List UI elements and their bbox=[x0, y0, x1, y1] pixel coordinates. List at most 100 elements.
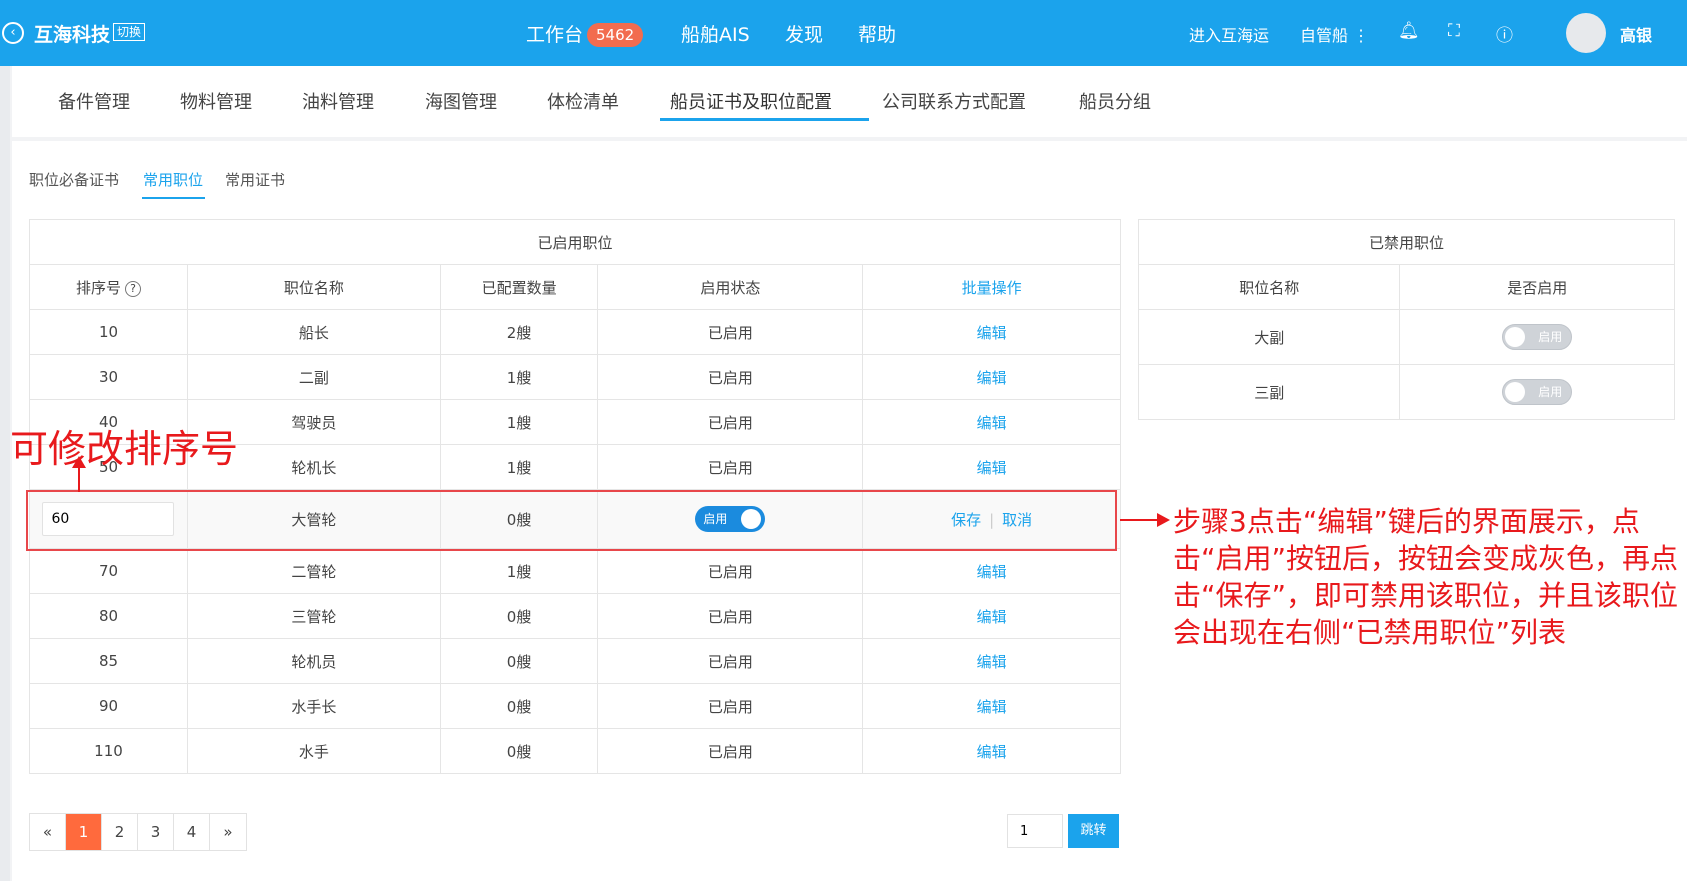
sort-cell: 90 bbox=[29, 683, 188, 729]
page-button[interactable]: 1 bbox=[66, 814, 102, 850]
edit-link[interactable]: 编辑 bbox=[862, 683, 1121, 729]
subtab-common-certs[interactable]: 常用证书 bbox=[225, 169, 285, 190]
status-cell: 已启用 bbox=[597, 444, 864, 490]
table-row: 110 水手 0艘 已启用 编辑 bbox=[29, 728, 1121, 774]
edit-link[interactable]: 编辑 bbox=[862, 309, 1121, 355]
workbench-badge: 5462 bbox=[587, 23, 644, 47]
nav-workbench[interactable]: 工作台 5462 bbox=[526, 20, 644, 47]
page-button[interactable]: 3 bbox=[138, 814, 174, 850]
subtab-required-certs[interactable]: 职位必备证书 bbox=[29, 169, 119, 190]
tab-charts[interactable]: 海图管理 bbox=[425, 88, 497, 114]
self-ship-menu[interactable]: 自管船 ⋮ bbox=[1300, 22, 1369, 46]
col-name: 职位名称 bbox=[1137, 264, 1401, 310]
edit-row-highlight bbox=[26, 490, 1117, 551]
edit-link[interactable]: 编辑 bbox=[862, 399, 1121, 445]
edit-link[interactable]: 编辑 bbox=[862, 593, 1121, 639]
jump-button[interactable]: 跳转 bbox=[1068, 814, 1119, 848]
page-button[interactable]: 2 bbox=[102, 814, 138, 850]
table-row: 85 轮机员 0艘 已启用 编辑 bbox=[29, 638, 1121, 684]
edit-link[interactable]: 编辑 bbox=[862, 354, 1121, 400]
back-icon[interactable]: ‹ bbox=[2, 22, 24, 44]
table-row: 10 船长 2艘 已启用 编辑 bbox=[29, 309, 1121, 355]
arrow-right-line bbox=[1120, 519, 1160, 521]
sort-cell: 70 bbox=[29, 548, 188, 594]
nav-help[interactable]: 帮助 bbox=[858, 20, 896, 47]
col-enabled: 是否启用 bbox=[1399, 264, 1675, 310]
status-cell: 已启用 bbox=[597, 638, 864, 684]
main-tabs: 备件管理 物料管理 油料管理 海图管理 体检清单 船员证书及职位配置 公司联系方… bbox=[12, 66, 1687, 137]
name-cell: 三副 bbox=[1137, 364, 1401, 420]
toggle-cell: 启用 bbox=[1399, 309, 1675, 365]
toggle-knob bbox=[1505, 327, 1526, 347]
edit-link[interactable]: 编辑 bbox=[862, 444, 1121, 490]
name-cell: 船长 bbox=[186, 309, 441, 355]
tab-crew-certs-positions[interactable]: 船员证书及职位配置 bbox=[670, 88, 832, 114]
page-button[interactable]: 4 bbox=[174, 814, 210, 850]
active-subtab-indicator bbox=[142, 197, 205, 199]
edit-link[interactable]: 编辑 bbox=[862, 728, 1121, 774]
col-sort: 排序号? bbox=[29, 264, 188, 310]
fullscreen-icon[interactable]: ⛶ bbox=[1448, 21, 1460, 41]
next-page-button[interactable]: » bbox=[210, 814, 246, 850]
question-icon[interactable]: ? bbox=[124, 280, 141, 297]
annotation-sort: 可修改排序号 bbox=[10, 427, 239, 471]
status-cell: 已启用 bbox=[597, 309, 864, 355]
nav-ship-ais[interactable]: 船舶AIS bbox=[681, 20, 750, 47]
name-cell: 二副 bbox=[186, 354, 441, 400]
status-cell: 已启用 bbox=[597, 728, 864, 774]
count-cell: 0艘 bbox=[439, 638, 599, 684]
toggle-label: 启用 bbox=[1538, 385, 1563, 399]
status-cell: 已启用 bbox=[597, 354, 864, 400]
batch-operation-link[interactable]: 批量操作 bbox=[862, 264, 1121, 310]
toggle-knob bbox=[1505, 382, 1526, 402]
tab-fuel[interactable]: 油料管理 bbox=[302, 88, 374, 114]
tab-company-contacts[interactable]: 公司联系方式配置 bbox=[882, 88, 1026, 114]
name-cell: 二管轮 bbox=[186, 548, 441, 594]
sort-cell: 85 bbox=[29, 638, 188, 684]
status-cell: 已启用 bbox=[597, 548, 864, 594]
top-bar: ‹ 互海科技 切换 工作台 5462 船舶AIS 发现 帮助 进入互海运 自管船 … bbox=[0, 0, 1687, 66]
count-cell: 2艘 bbox=[439, 309, 599, 355]
status-cell: 已启用 bbox=[597, 683, 864, 729]
table-row: 80 三管轮 0艘 已启用 编辑 bbox=[29, 593, 1121, 639]
sort-cell: 30 bbox=[29, 354, 188, 400]
sort-cell: 110 bbox=[29, 728, 188, 774]
pagination: « 1 2 3 4 » bbox=[29, 813, 247, 851]
help-circle-icon[interactable]: ⓘ bbox=[1496, 21, 1513, 46]
enter-hhy-link[interactable]: 进入互海运 bbox=[1189, 22, 1269, 46]
name-cell: 轮机员 bbox=[186, 638, 441, 684]
enable-toggle[interactable]: 启用 bbox=[1502, 379, 1573, 405]
prev-page-button[interactable]: « bbox=[30, 814, 66, 850]
tab-spare-parts[interactable]: 备件管理 bbox=[58, 88, 130, 114]
subtab-common-positions[interactable]: 常用职位 bbox=[143, 169, 203, 190]
edit-link[interactable]: 编辑 bbox=[862, 638, 1121, 684]
table-row: 大副 启用 bbox=[1137, 309, 1675, 365]
disabled-positions-table: 已禁用职位 职位名称 是否启用 大副 启用 三副 启用 bbox=[1137, 219, 1675, 420]
count-cell: 1艘 bbox=[439, 444, 599, 490]
col-name: 职位名称 bbox=[186, 264, 441, 310]
user-name[interactable]: 高银 bbox=[1620, 22, 1652, 46]
name-cell: 大副 bbox=[1137, 309, 1401, 365]
self-ship-label: 自管船 bbox=[1300, 26, 1349, 45]
count-cell: 1艘 bbox=[439, 354, 599, 400]
switch-button[interactable]: 切换 bbox=[113, 23, 146, 41]
count-cell: 1艘 bbox=[439, 548, 599, 594]
arrow-right-icon bbox=[1157, 513, 1170, 527]
count-cell: 0艘 bbox=[439, 683, 599, 729]
enable-toggle[interactable]: 启用 bbox=[1502, 324, 1573, 350]
name-cell: 三管轮 bbox=[186, 593, 441, 639]
col-sort-label: 排序号 bbox=[75, 278, 121, 297]
avatar[interactable] bbox=[1566, 13, 1606, 53]
count-cell: 0艘 bbox=[439, 593, 599, 639]
tab-crew-groups[interactable]: 船员分组 bbox=[1079, 88, 1151, 114]
edit-link[interactable]: 编辑 bbox=[862, 548, 1121, 594]
toggle-label: 启用 bbox=[1538, 330, 1563, 344]
sort-cell: 80 bbox=[29, 593, 188, 639]
bell-icon[interactable]: 🔔︎ bbox=[1398, 21, 1420, 41]
disabled-table-title: 已禁用职位 bbox=[1138, 219, 1675, 265]
nav-discover[interactable]: 发现 bbox=[785, 20, 823, 47]
count-cell: 0艘 bbox=[439, 728, 599, 774]
tab-materials[interactable]: 物料管理 bbox=[180, 88, 252, 114]
tab-medical-checklist[interactable]: 体检清单 bbox=[547, 88, 619, 114]
jump-page-input[interactable] bbox=[1007, 814, 1063, 848]
